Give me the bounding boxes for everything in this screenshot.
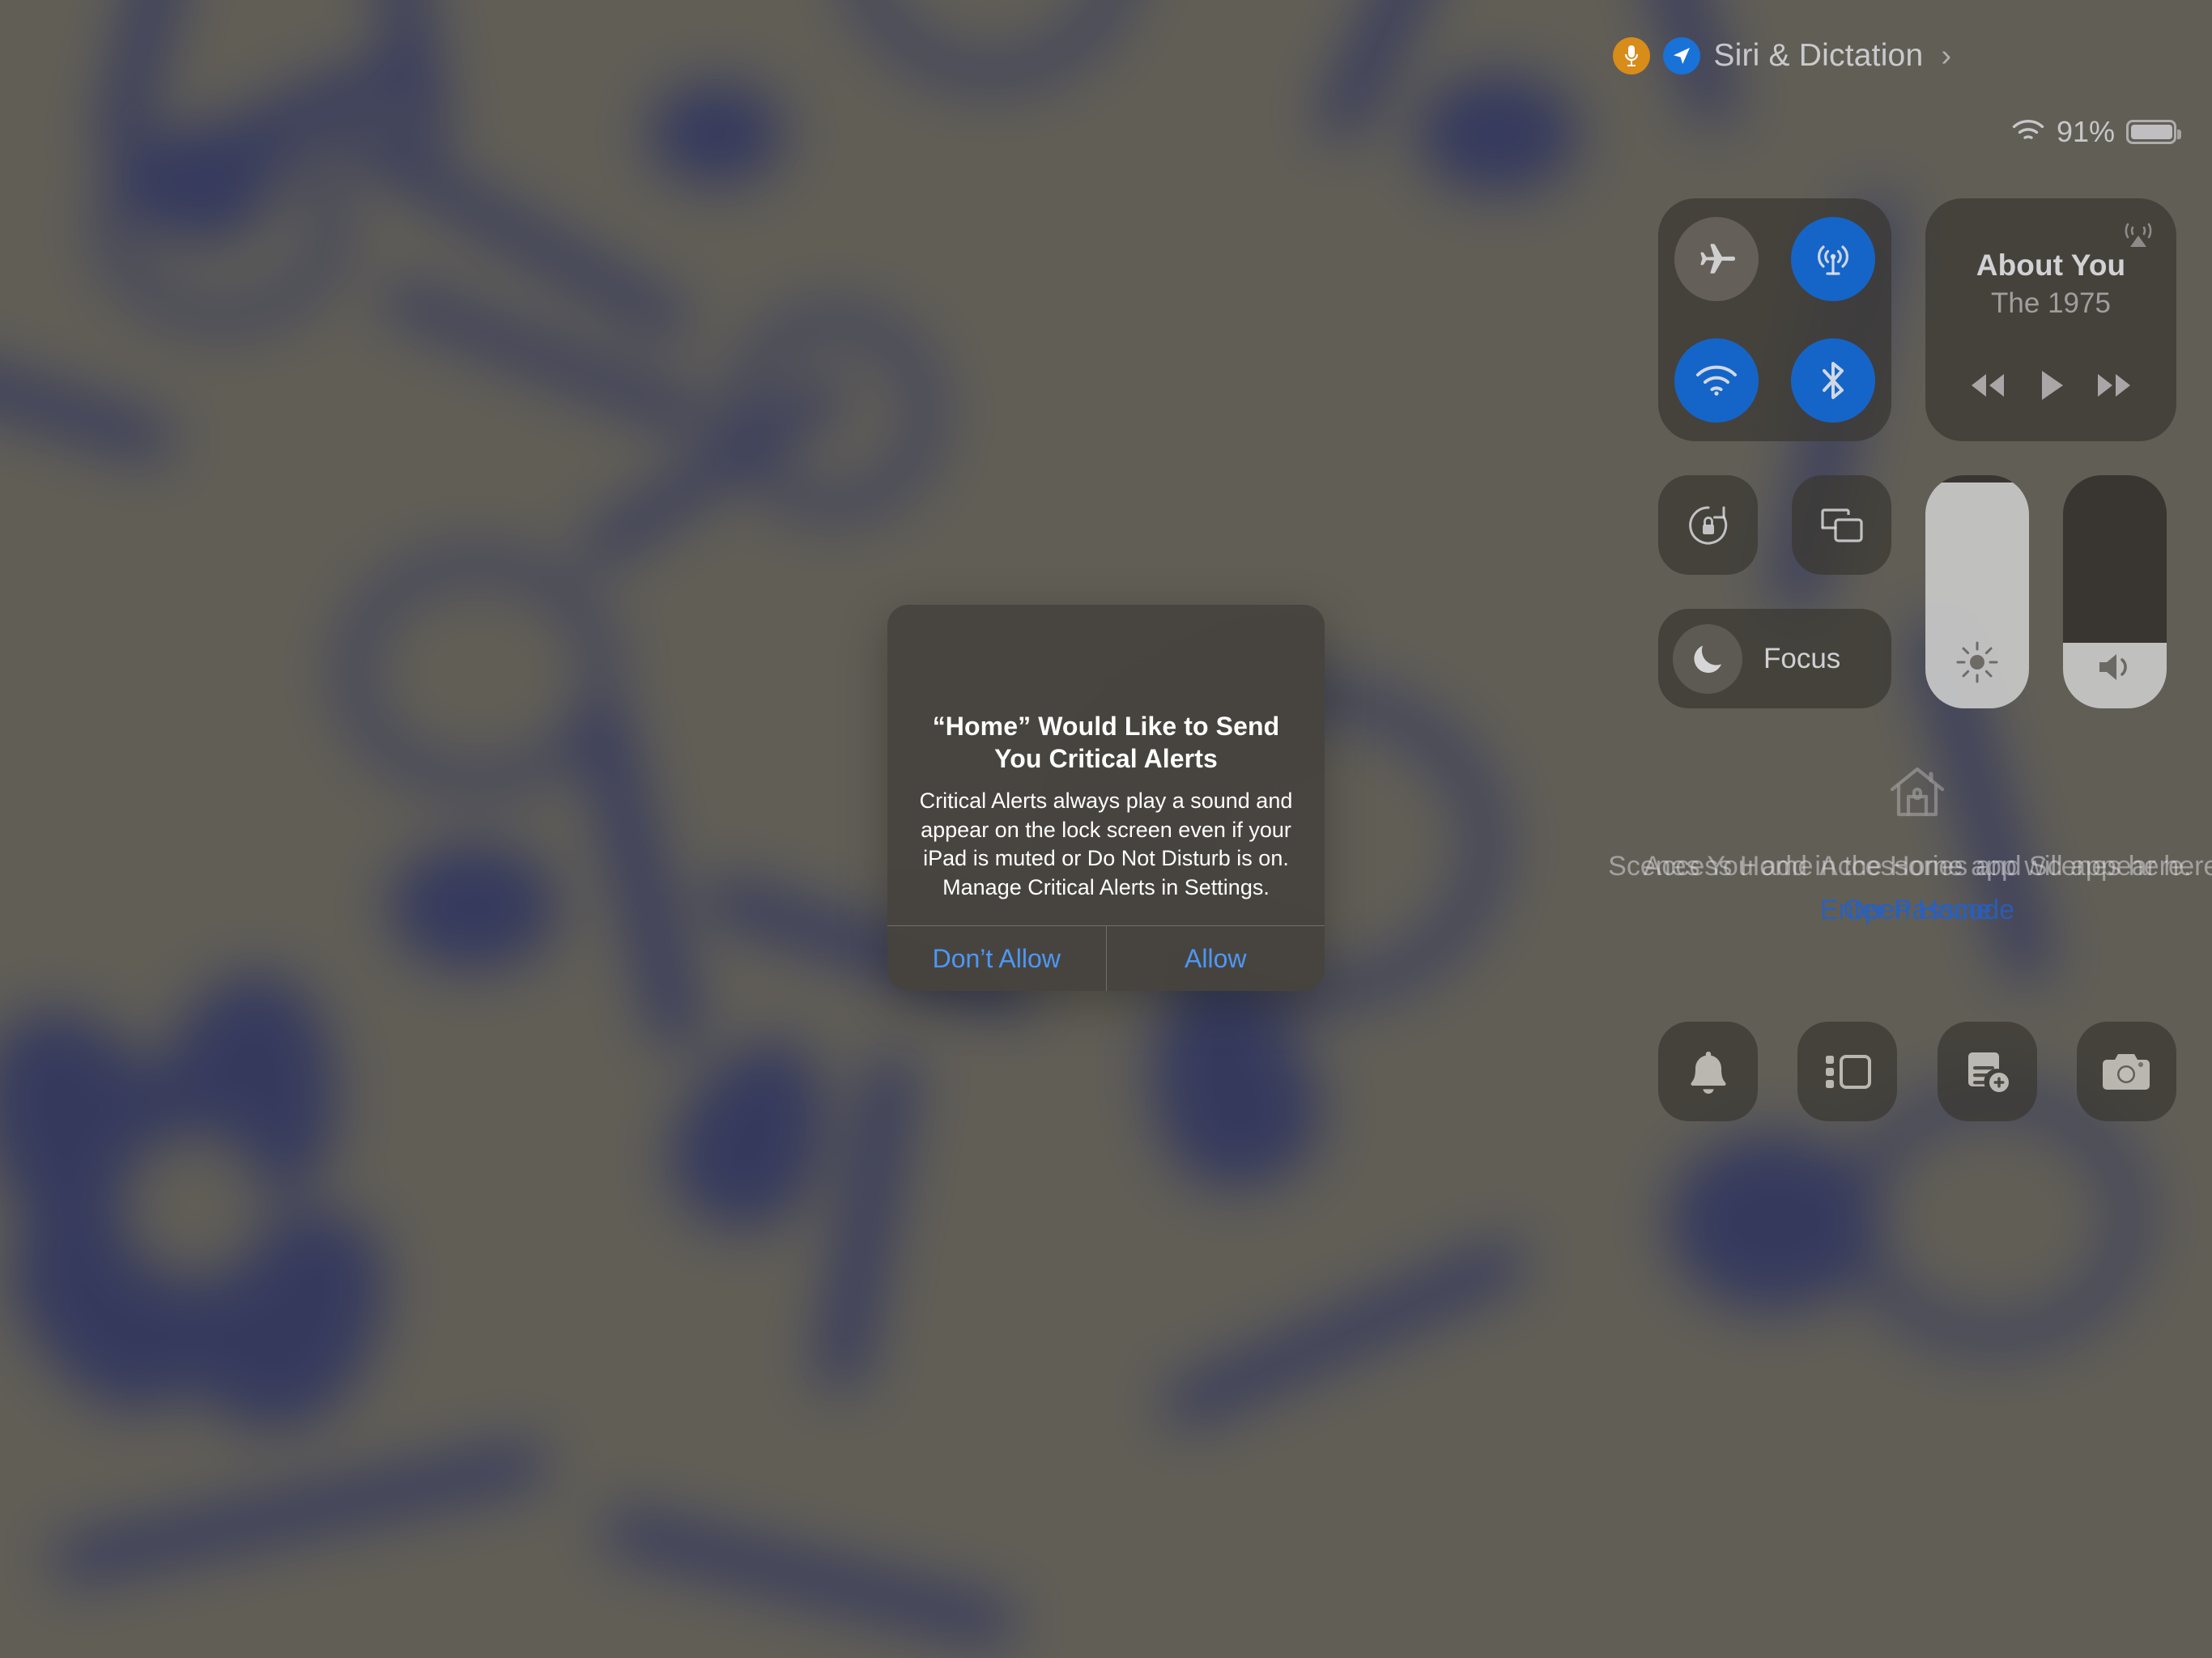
focus-toggle[interactable]: Focus	[1658, 609, 1891, 708]
fast-forward-icon[interactable]	[2093, 371, 2135, 404]
control-center-left-stack: Focus	[1658, 475, 1891, 708]
alarm-bell-button[interactable]	[1658, 1022, 1758, 1121]
rewind-icon[interactable]	[1967, 371, 2009, 404]
home-house-icon	[1886, 767, 1949, 827]
quick-note-button[interactable]	[1937, 1022, 2037, 1121]
control-center: About You The 1975 Focus	[1658, 198, 2176, 708]
control-center-row-2: Focus	[1658, 475, 2176, 708]
focus-label: Focus	[1763, 642, 1841, 674]
airplane-mode-toggle[interactable]	[1674, 217, 1759, 301]
home-text-layer-b: Access Home Accessories and Scenes here.…	[1585, 849, 2212, 926]
slider-group	[1925, 475, 2167, 708]
now-playing-title: About You	[1976, 249, 2126, 282]
volume-slider[interactable]	[2063, 475, 2167, 708]
now-playing-controls	[1925, 368, 2176, 407]
home-text-crossfade: Scenes You add in the Home app will appe…	[1608, 849, 2212, 971]
control-center-row-1: About You The 1975	[1658, 198, 2176, 441]
wifi-toggle[interactable]	[1674, 338, 1759, 423]
home-description-b: Access Home Accessories and Scenes here.	[1643, 851, 2192, 882]
home-section: Scenes You add in the Home app will appe…	[1608, 761, 2212, 971]
alert-button-row: Don’t Allow Allow	[887, 925, 1325, 992]
moon-icon	[1673, 623, 1742, 694]
play-icon[interactable]	[2035, 368, 2066, 407]
airplay-icon[interactable]	[2121, 216, 2155, 254]
airdrop-toggle[interactable]	[1791, 217, 1875, 301]
screen-mirroring-toggle[interactable]	[1792, 475, 1891, 575]
critical-alerts-permission-dialog: “Home” Would Like to Send You Critical A…	[887, 605, 1325, 992]
small-toggle-group	[1658, 475, 1891, 575]
dont-allow-button[interactable]: Don’t Allow	[887, 926, 1106, 991]
brightness-slider[interactable]	[1925, 475, 2029, 708]
rotation-lock-toggle[interactable]	[1658, 475, 1758, 575]
brightness-sun-icon	[1925, 639, 2029, 686]
allow-button[interactable]: Allow	[1105, 926, 1325, 992]
ipad-lock-screen: Siri & Dictation › 91% About You The 197…	[0, 0, 2212, 1658]
connectivity-module	[1658, 198, 1891, 441]
alert-message: Critical Alerts always play a sound and …	[919, 788, 1293, 900]
bottom-shortcut-row	[1658, 1022, 2176, 1121]
stage-manager-button[interactable]	[1797, 1022, 1898, 1121]
home-action-enter-passcode[interactable]: Enter Passcode	[1585, 895, 2212, 926]
now-playing-module[interactable]: About You The 1975	[1925, 198, 2176, 441]
alert-body: “Home” Would Like to Send You Critical A…	[887, 605, 1325, 925]
now-playing-artist: The 1975	[1991, 287, 2111, 319]
camera-button[interactable]	[2076, 1022, 2176, 1121]
bluetooth-toggle[interactable]	[1791, 338, 1875, 423]
speaker-icon	[2063, 648, 2167, 686]
alert-title: “Home” Would Like to Send You Critical A…	[932, 712, 1280, 774]
